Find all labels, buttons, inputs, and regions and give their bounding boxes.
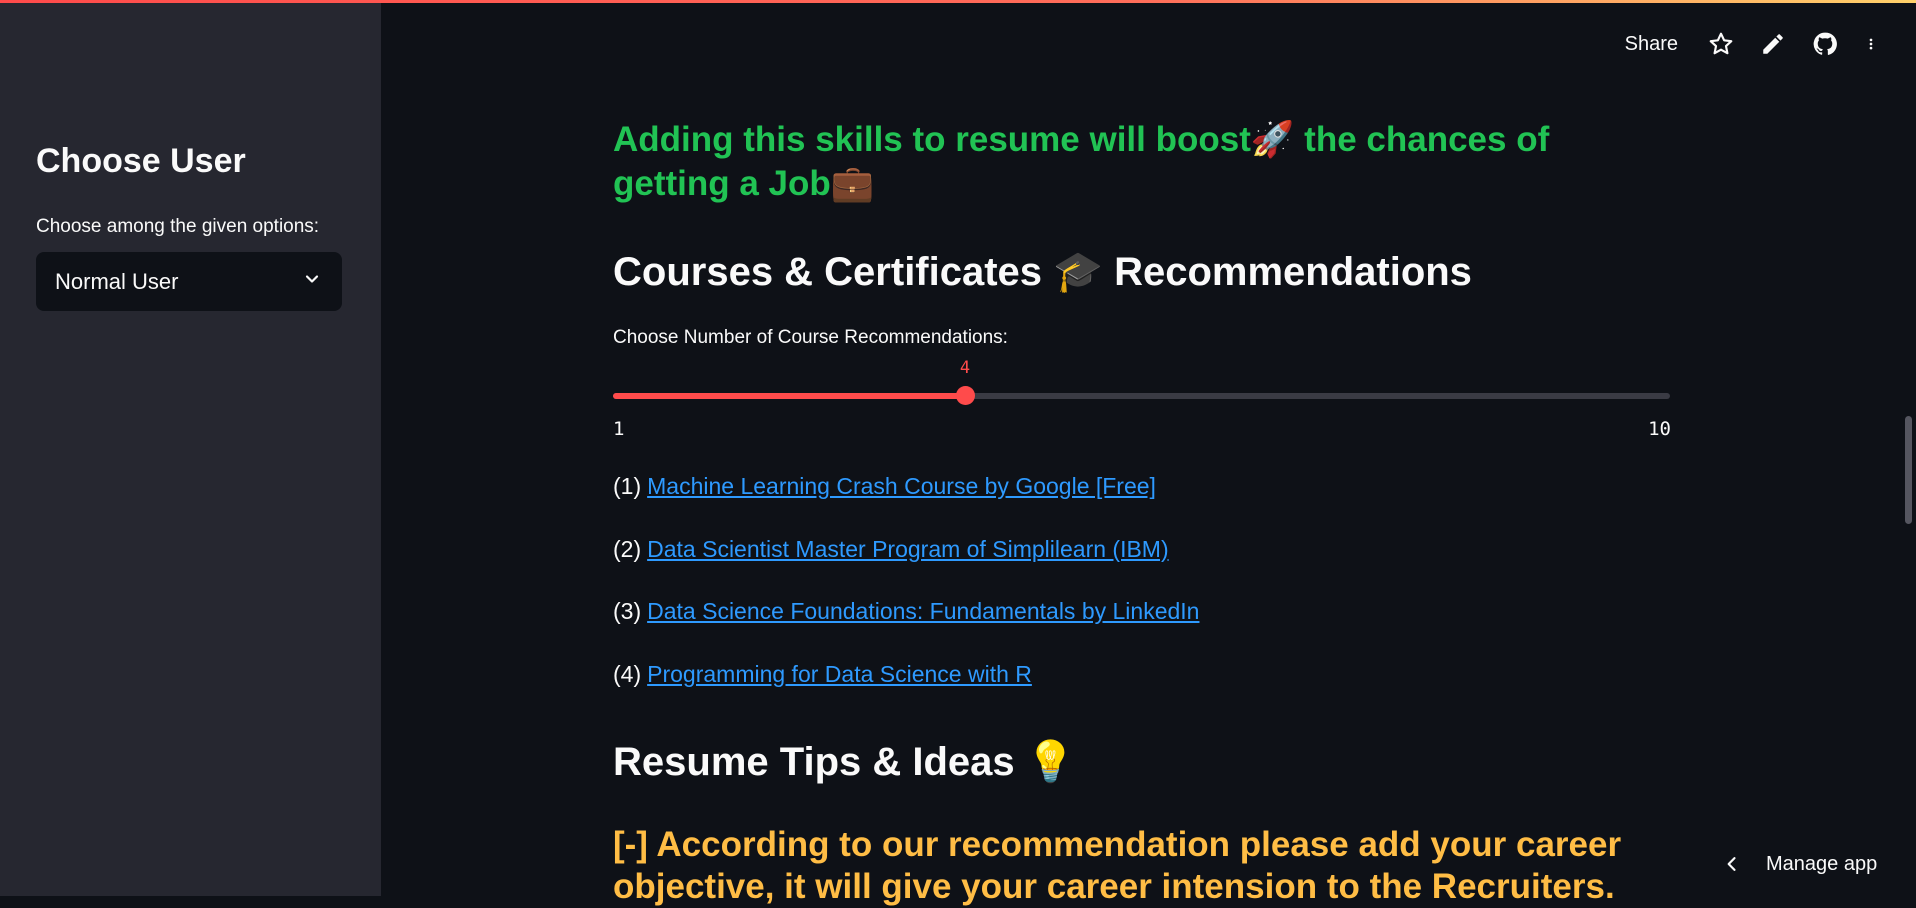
slider-current-value: 4 [959,358,971,378]
main-content: Adding this skills to resume will boost🚀… [613,0,1671,906]
course-number: (2) [613,535,642,562]
course-link[interactable]: Data Scientist Master Program of Simplil… [647,536,1169,563]
chevron-down-icon [302,269,322,294]
course-item: (1) Machine Learning Crash Course by Goo… [613,473,1199,536]
course-link[interactable]: Machine Learning Crash Course by Google … [647,473,1156,500]
pencil-icon[interactable] [1760,31,1786,57]
skills-boost-message: Adding this skills to resume will boost🚀… [613,120,1550,203]
course-number: (4) [613,660,642,687]
resume-tips-heading: Resume Tips & Ideas 💡 [613,740,1076,784]
career-objective-tip: [-] According to our recommendation plea… [613,825,1622,906]
course-number: (3) [613,598,642,624]
course-item: (4) Programming for Data Science with R [613,661,1199,724]
chevron-left-icon [1727,857,1736,871]
manage-app-button[interactable]: Manage app [1722,847,1877,881]
more-vertical-icon[interactable] [1864,31,1878,57]
courses-heading: Courses & Certificates 🎓 Recommendations [613,250,1472,294]
slider-min-label: 1 [613,418,625,440]
top-decoration-bar [0,0,1916,3]
sidebar-title: Choose User [36,142,246,180]
slider-max-label: 10 [1648,418,1671,440]
slider-fill [613,393,965,399]
course-link[interactable]: Data Science Foundations: Fundamentals b… [647,598,1199,625]
course-number: (1) [613,473,642,499]
user-type-select-label: Choose among the given options: [36,216,320,237]
github-icon[interactable] [1812,31,1838,57]
star-icon[interactable] [1708,31,1734,57]
slider-thumb[interactable] [956,386,975,405]
course-item: (3) Data Science Foundations: Fundamenta… [613,598,1199,661]
user-type-select-value: Normal User [55,268,179,294]
manage-app-label: Manage app [1766,852,1878,875]
course-link[interactable]: Programming for Data Science with R [647,661,1032,688]
course-count-slider[interactable] [613,386,1670,405]
course-item: (2) Data Scientist Master Program of Sim… [613,536,1199,599]
page-scrollbar[interactable] [1905,416,1912,524]
course-list: (1) Machine Learning Crash Course by Goo… [613,473,1199,723]
sidebar: Choose User Choose among the given optio… [0,0,381,896]
course-count-slider-label: Choose Number of Course Recommendations: [613,327,1008,348]
user-type-select[interactable]: Normal User [36,252,342,311]
